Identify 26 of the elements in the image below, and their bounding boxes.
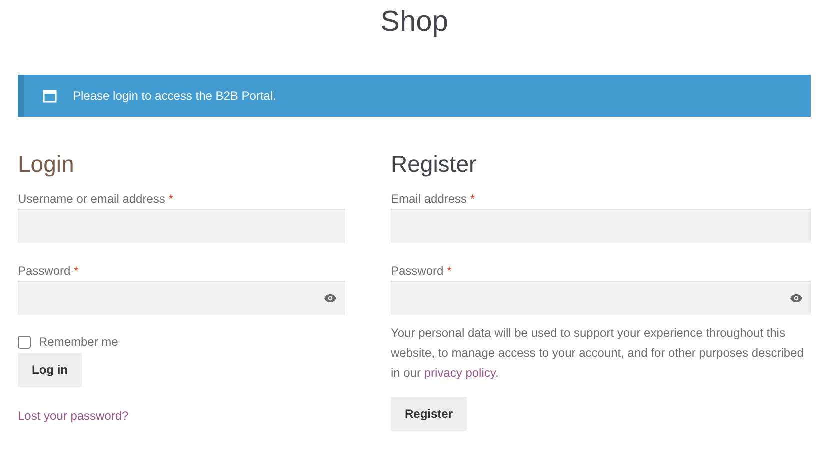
window-icon	[43, 90, 57, 102]
required-mark: *	[470, 192, 476, 206]
eye-icon[interactable]	[790, 294, 803, 302]
section-heading: Login	[18, 151, 76, 177]
required-mark: *	[74, 264, 79, 278]
input-field[interactable]	[18, 209, 345, 243]
field-label: Username or email address	[18, 192, 166, 206]
input-field[interactable]	[391, 209, 811, 243]
required-mark: *	[168, 192, 174, 206]
field-label: Email address	[391, 192, 468, 206]
privacy-policy-link[interactable]: privacy policy	[424, 366, 496, 380]
page-title: Shop	[380, 5, 450, 40]
required-mark: *	[447, 264, 452, 278]
password-field[interactable]	[391, 281, 811, 315]
section-heading: Register	[391, 151, 478, 177]
eye-icon[interactable]	[324, 294, 337, 302]
field-label: Password	[391, 264, 444, 278]
login-button[interactable]: Log in	[18, 353, 82, 387]
register-button[interactable]: Register	[391, 397, 467, 431]
remember-checkbox[interactable]	[18, 336, 31, 348]
notice-text: Please login to access the B2B Portal.	[73, 88, 276, 105]
field-label: Password	[18, 264, 71, 278]
password-field[interactable]	[18, 281, 345, 315]
checkbox-label: Remember me	[39, 334, 118, 351]
lost-password-link[interactable]: Lost your password?	[18, 407, 129, 425]
privacy-text: Your personal data will be used to support your experience throughout this website, to manage access to your account, and for other purposes described in our privacy policy.	[391, 325, 805, 382]
